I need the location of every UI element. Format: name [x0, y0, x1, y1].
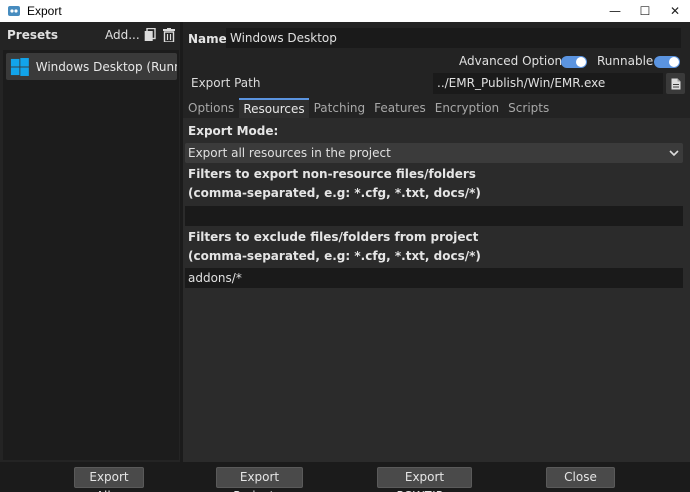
advanced-options-toggle[interactable]	[561, 56, 587, 68]
file-icon	[671, 78, 680, 89]
include-filter-label: Filters to export non-resource files/fol…	[188, 165, 481, 203]
include-filter-label-line1: Filters to export non-resource files/fol…	[188, 167, 476, 181]
minimize-button[interactable]: —	[600, 0, 630, 22]
title-bar: Export — ☐ ✕	[0, 0, 690, 22]
toggle-knob	[576, 57, 586, 67]
export-mode-dropdown[interactable]: Export all resources in the project	[185, 143, 683, 163]
export-all-button[interactable]: Export All...	[74, 467, 144, 492]
runnable-label: Runnable	[597, 54, 654, 68]
presets-title: Presets	[7, 28, 59, 42]
dialog-footer: Export All... Export Project... Export P…	[0, 462, 690, 492]
export-mode-value: Export all resources in the project	[188, 146, 391, 160]
name-field[interactable]: Windows Desktop	[226, 28, 681, 48]
exclude-filter-label-line1: Filters to exclude files/folders from pr…	[188, 230, 479, 244]
advanced-options-label: Advanced Options	[459, 54, 569, 68]
close-window-button[interactable]: ✕	[660, 0, 690, 22]
runnable-toggle[interactable]	[654, 56, 680, 68]
export-project-button[interactable]: Export Project...	[216, 467, 303, 492]
export-path-label: Export Path	[191, 76, 261, 90]
preset-list: Windows Desktop (Runn...	[3, 50, 179, 460]
export-pck-zip-button[interactable]: Export PCK/ZIP...	[377, 467, 472, 492]
exclude-filter-label-line2: (comma-separated, e.g: *.cfg, *.txt, doc…	[188, 249, 481, 263]
chevron-down-icon	[669, 150, 679, 157]
maximize-button[interactable]: ☐	[630, 0, 660, 22]
tab-resources[interactable]: Resources	[239, 98, 309, 118]
include-filter-field[interactable]	[185, 206, 683, 226]
export-path-field[interactable]: ../EMR_Publish/Win/EMR.exe	[433, 73, 663, 94]
export-mode-label: Export Mode:	[188, 124, 279, 138]
tab-patching[interactable]: Patching	[310, 98, 370, 118]
include-filter-label-line2: (comma-separated, e.g: *.cfg, *.txt, doc…	[188, 186, 481, 200]
preset-item-label: Windows Desktop (Runn...	[35, 59, 177, 74]
window-title: Export	[27, 4, 62, 18]
presets-header: Presets Add...	[0, 22, 180, 50]
presets-panel: Presets Add... Windows Desktop (Run	[0, 22, 180, 462]
tab-scripts[interactable]: Scripts	[504, 98, 553, 118]
preset-details-panel: Name: Windows Desktop Advanced Options R…	[183, 22, 690, 462]
toggle-knob	[669, 57, 679, 67]
trash-icon[interactable]	[163, 28, 175, 42]
tab-features[interactable]: Features	[370, 98, 430, 118]
windows-logo-icon	[10, 57, 29, 76]
close-button[interactable]: Close	[546, 467, 615, 488]
exclude-filter-field[interactable]: addons/*	[185, 268, 683, 288]
tab-encryption[interactable]: Encryption	[431, 98, 503, 118]
duplicate-icon[interactable]	[144, 28, 156, 42]
add-preset-button[interactable]: Add...	[105, 28, 140, 42]
export-tabs: Options Resources Patching Features Encr…	[183, 98, 690, 118]
browse-file-button[interactable]	[666, 73, 685, 94]
tab-options[interactable]: Options	[184, 98, 238, 118]
preset-item-windows-desktop[interactable]: Windows Desktop (Runn...	[6, 53, 177, 80]
export-dialog: Presets Add... Windows Desktop (Run Name…	[0, 22, 690, 462]
exclude-filter-label: Filters to exclude files/folders from pr…	[188, 228, 481, 266]
resources-tab-content: Export Mode: Export all resources in the…	[183, 118, 690, 462]
godot-export-icon	[8, 6, 20, 16]
